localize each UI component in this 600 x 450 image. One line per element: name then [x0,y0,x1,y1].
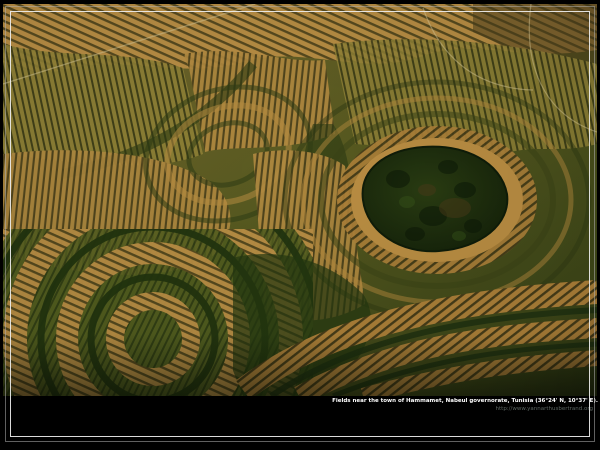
vignette [3,4,597,396]
caption-block: Fields near the town of Hammamet, Nabeul… [332,398,598,413]
caption-title: Fields near the town of Hammamet, Nabeul… [332,398,598,405]
wallpaper-background: Fields near the town of Hammamet, Nabeul… [0,0,600,450]
aerial-photo-art [3,4,597,396]
caption-url: http://www.yannarthusbertrand.org [332,406,598,413]
aerial-photo [3,4,597,396]
